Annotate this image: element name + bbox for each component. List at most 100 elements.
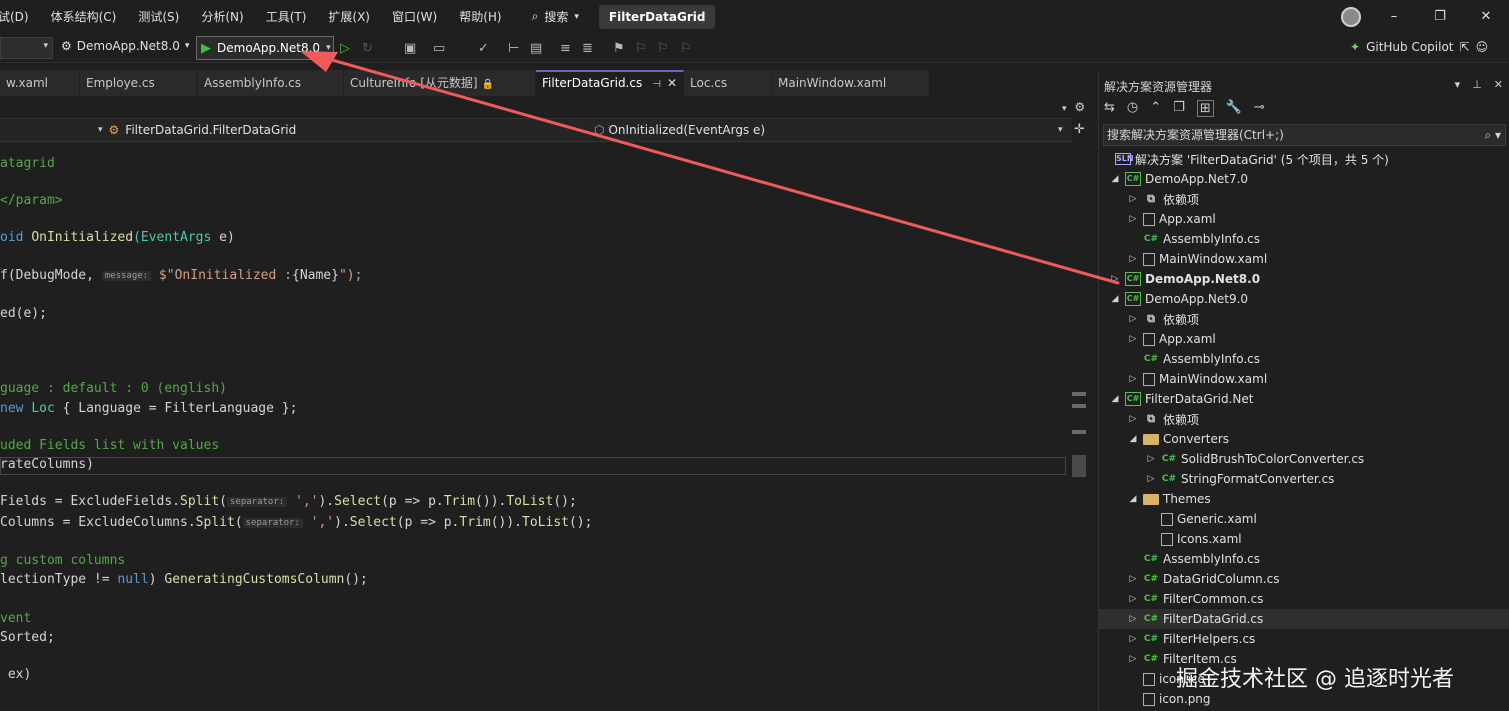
tree-item[interactable]: ▷ C# DataGridColumn.cs: [1099, 569, 1509, 589]
maximize-button[interactable]: ❐: [1417, 9, 1463, 24]
bookmark-icon[interactable]: ⚑: [613, 41, 625, 56]
tree-item[interactable]: ▷ C# StringFormatConverter.cs: [1099, 469, 1509, 489]
menu-test2[interactable]: 测试(S): [138, 8, 179, 25]
tab-loc[interactable]: Loc.cs: [684, 70, 772, 96]
type-navigator[interactable]: ▾ ⚙ FilterDataGrid.FilterDataGrid: [98, 123, 296, 137]
preview-icon[interactable]: ⊸: [1254, 100, 1265, 117]
tab-filterdatagrid[interactable]: FilterDataGrid.cs ⊣ ✕: [536, 70, 684, 96]
scroll-thumb[interactable]: [1072, 455, 1086, 477]
collapsed-arrow-icon[interactable]: ▷: [1127, 314, 1139, 324]
split-icon[interactable]: ✛: [1074, 122, 1085, 137]
collapse-icon[interactable]: ⌃: [1150, 100, 1161, 117]
tree-item[interactable]: ▷ C# SolidBrushToColorConverter.cs: [1099, 449, 1509, 469]
member-navigator[interactable]: ⬡ OnInitialized(EventArgs e): [594, 123, 765, 137]
tree-item-project[interactable]: ▷ C# DemoApp.Net8.0: [1099, 269, 1509, 289]
copilot-button[interactable]: ✦ GitHub Copilot ⇱ ☺: [1350, 40, 1488, 54]
menu-help[interactable]: 帮助(H): [459, 8, 501, 25]
tree-item[interactable]: ▷ ⧉ 依赖项: [1099, 189, 1509, 209]
sync-icon[interactable]: ⇆: [1104, 100, 1115, 117]
window-icon[interactable]: ▭: [433, 41, 445, 56]
tab-cultureinfo[interactable]: CultureInfo [从元数据] 🔒: [344, 70, 536, 96]
close-icon[interactable]: ✕: [1494, 78, 1503, 91]
gear-icon[interactable]: ⚙: [1074, 100, 1085, 114]
copy-icon[interactable]: ❐: [1173, 100, 1185, 117]
tab-xaml[interactable]: w.xaml: [0, 70, 80, 96]
editor-scrollbar[interactable]: [1072, 142, 1086, 711]
tree-item-solution[interactable]: SLN 解决方案 'FilterDataGrid' (5 个项目，共 5 个): [1099, 149, 1509, 169]
menu-window[interactable]: 窗口(W): [392, 8, 437, 25]
wrench-icon[interactable]: 🔧: [1226, 100, 1242, 117]
tree-item-project[interactable]: ◢ C# DemoApp.Net9.0: [1099, 289, 1509, 309]
close-button[interactable]: ✕: [1463, 9, 1509, 24]
tree-item[interactable]: ▷ ⧉ 依赖项: [1099, 409, 1509, 429]
pin-icon[interactable]: ⊥: [1472, 78, 1482, 91]
tree-item[interactable]: ▷ MainWindow.xaml: [1099, 249, 1509, 269]
chevron-down-icon[interactable]: ▾: [1455, 78, 1461, 91]
collapsed-arrow-icon[interactable]: ▷: [1145, 454, 1157, 464]
menu-test[interactable]: 试(D): [0, 8, 29, 25]
tree-item[interactable]: C# AssemblyInfo.cs: [1099, 229, 1509, 249]
indent-icon[interactable]: ≡: [560, 41, 571, 56]
run-without-debug-icon[interactable]: ▷: [340, 41, 350, 56]
step-icon[interactable]: ⊢: [508, 41, 519, 56]
collapsed-arrow-icon[interactable]: ▷: [1127, 414, 1139, 424]
expanded-arrow-icon[interactable]: ◢: [1109, 294, 1121, 304]
menu-analyze[interactable]: 分析(N): [201, 8, 243, 25]
minimize-button[interactable]: –: [1371, 9, 1417, 24]
collapsed-arrow-icon[interactable]: ▷: [1145, 474, 1157, 484]
collapsed-arrow-icon[interactable]: ▷: [1127, 634, 1139, 644]
collapsed-arrow-icon[interactable]: ▷: [1127, 614, 1139, 624]
spellcheck-icon[interactable]: ✓: [478, 41, 489, 56]
expanded-arrow-icon[interactable]: ◢: [1127, 494, 1139, 504]
avatar[interactable]: [1341, 7, 1361, 27]
chevron-down-icon[interactable]: ▾: [1058, 125, 1063, 135]
collapsed-arrow-icon[interactable]: ▷: [1127, 254, 1139, 264]
tree-item[interactable]: Generic.xaml: [1099, 509, 1509, 529]
tab-mainwindow[interactable]: MainWindow.xaml: [772, 70, 930, 96]
collapsed-arrow-icon[interactable]: ▷: [1127, 194, 1139, 204]
tree-item-project[interactable]: ◢ C# DemoApp.Net7.0: [1099, 169, 1509, 189]
tree-item[interactable]: Icons.xaml: [1099, 529, 1509, 549]
tree-item[interactable]: ▷ MainWindow.xaml: [1099, 369, 1509, 389]
tree-item[interactable]: ▷ App.xaml: [1099, 209, 1509, 229]
code-editor[interactable]: atagrid </param> oid OnInitialized(Event…: [0, 142, 1068, 711]
tree-item[interactable]: C# AssemblyInfo.cs: [1099, 549, 1509, 569]
tree-item-project[interactable]: ◢ C# FilterDataGrid.Net: [1099, 389, 1509, 409]
search-button[interactable]: ⌕ 搜索 ▾: [532, 8, 579, 25]
folder-icon[interactable]: ▣: [404, 41, 416, 56]
solution-search-input[interactable]: 搜索解决方案资源管理器(Ctrl+;) ⌕ ▾: [1103, 124, 1506, 146]
menu-architecture[interactable]: 体系结构(C): [51, 8, 117, 25]
collapsed-arrow-icon[interactable]: ▷: [1109, 274, 1121, 284]
expanded-arrow-icon[interactable]: ◢: [1109, 174, 1121, 184]
tree-item-folder[interactable]: ◢ Converters: [1099, 429, 1509, 449]
show-all-icon[interactable]: ⊞: [1196, 100, 1214, 117]
bookmark-next-icon[interactable]: ⚐: [657, 41, 669, 56]
collapsed-arrow-icon[interactable]: ▷: [1127, 214, 1139, 224]
bookmark-prev-icon[interactable]: ⚐: [635, 41, 647, 56]
collapsed-arrow-icon[interactable]: ▷: [1127, 374, 1139, 384]
run-button[interactable]: ▶ DemoApp.Net8.0 ▾: [196, 36, 334, 60]
bookmark-clear-icon[interactable]: ⚐: [680, 41, 692, 56]
expanded-arrow-icon[interactable]: ◢: [1109, 394, 1121, 404]
hot-reload-icon[interactable]: ↻: [362, 41, 373, 56]
menu-extensions[interactable]: 扩展(X): [328, 8, 370, 25]
tree-item[interactable]: ▷ ⧉ 依赖项: [1099, 309, 1509, 329]
tree-item[interactable]: ▷ C# FilterHelpers.cs: [1099, 629, 1509, 649]
collapsed-arrow-icon[interactable]: ▷: [1127, 654, 1139, 664]
tree-item[interactable]: ▷ App.xaml: [1099, 329, 1509, 349]
chevron-down-icon[interactable]: ▾: [1062, 104, 1067, 114]
expanded-arrow-icon[interactable]: ◢: [1127, 434, 1139, 444]
outdent-icon[interactable]: ≣: [582, 41, 593, 56]
startup-project-selector[interactable]: ⚙ DemoApp.Net8.0 ▾: [61, 39, 189, 53]
close-icon[interactable]: ✕: [667, 76, 677, 90]
tab-employe[interactable]: Employe.cs: [80, 70, 198, 96]
tab-assemblyinfo[interactable]: AssemblyInfo.cs: [198, 70, 344, 96]
configuration-dropdown[interactable]: ▾: [0, 37, 53, 59]
history-icon[interactable]: ◷: [1127, 100, 1138, 117]
tree-item[interactable]: C# AssemblyInfo.cs: [1099, 349, 1509, 369]
tree-item-selected[interactable]: ▷ C# FilterDataGrid.cs: [1099, 609, 1509, 629]
collapsed-arrow-icon[interactable]: ▷: [1127, 334, 1139, 344]
pin-icon[interactable]: ⊣: [652, 79, 661, 90]
collapsed-arrow-icon[interactable]: ▷: [1127, 594, 1139, 604]
layout-icon[interactable]: ▤: [530, 41, 542, 56]
